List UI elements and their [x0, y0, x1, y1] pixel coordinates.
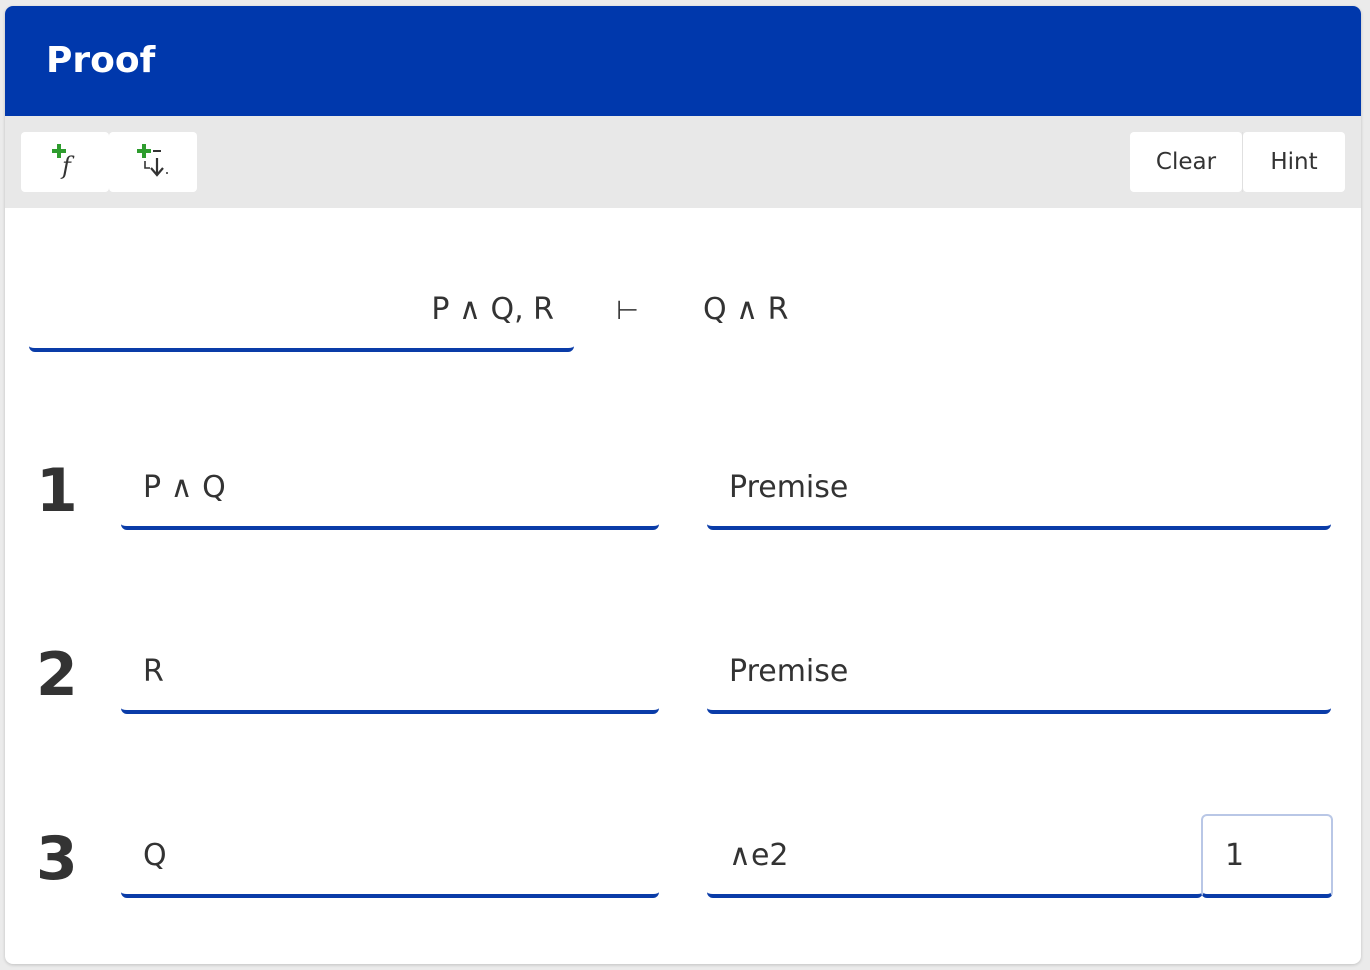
formula-value: P ∧ Q: [143, 470, 226, 505]
add-line-below-button[interactable]: [109, 132, 197, 192]
proof-line: 2 R Premise: [5, 630, 1361, 730]
proof-line: 1 P ∧ Q Premise: [5, 446, 1361, 546]
rule-input[interactable]: ∧e2: [707, 814, 1203, 898]
proof-card: Proof f Clear Hint P ∧ Q, R ⊢ Q ∧ R 1 P …: [5, 6, 1361, 964]
sequent-row: P ∧ Q, R ⊢ Q ∧ R: [5, 268, 1361, 368]
proof-line: 3 Q ∧e2 1: [5, 814, 1361, 914]
line-number: 2: [36, 640, 78, 710]
formula-value: R: [143, 654, 164, 689]
proof-toolbar: f Clear Hint: [5, 116, 1361, 208]
premises-input[interactable]: P ∧ Q, R: [29, 268, 574, 352]
turnstile-symbol: ⊢: [616, 296, 639, 326]
line-reference-input[interactable]: 1: [1201, 814, 1333, 898]
add-formula-button[interactable]: f: [21, 132, 109, 192]
formula-input[interactable]: Q: [121, 814, 659, 898]
line-number: 1: [36, 456, 78, 526]
svg-text:f: f: [60, 152, 75, 180]
rule-value: Premise: [729, 654, 849, 689]
rule-value: Premise: [729, 470, 849, 505]
formula-value: Q: [143, 838, 167, 873]
formula-input[interactable]: R: [121, 630, 659, 714]
formula-input[interactable]: P ∧ Q: [121, 446, 659, 530]
page-title: Proof: [46, 40, 156, 81]
line-reference-value: 1: [1225, 838, 1245, 873]
conclusion-text[interactable]: Q ∧ R: [703, 292, 789, 327]
rule-value: ∧e2: [729, 838, 789, 873]
rule-input[interactable]: Premise: [707, 446, 1331, 530]
line-number: 3: [36, 824, 78, 894]
hint-button[interactable]: Hint: [1243, 132, 1345, 192]
proof-header: Proof: [5, 6, 1361, 116]
rule-input[interactable]: Premise: [707, 630, 1331, 714]
clear-button[interactable]: Clear: [1130, 132, 1242, 192]
premises-text: P ∧ Q, R: [431, 292, 554, 327]
add-line-below-icon: [137, 144, 168, 177]
add-formula-icon: f: [52, 144, 75, 180]
